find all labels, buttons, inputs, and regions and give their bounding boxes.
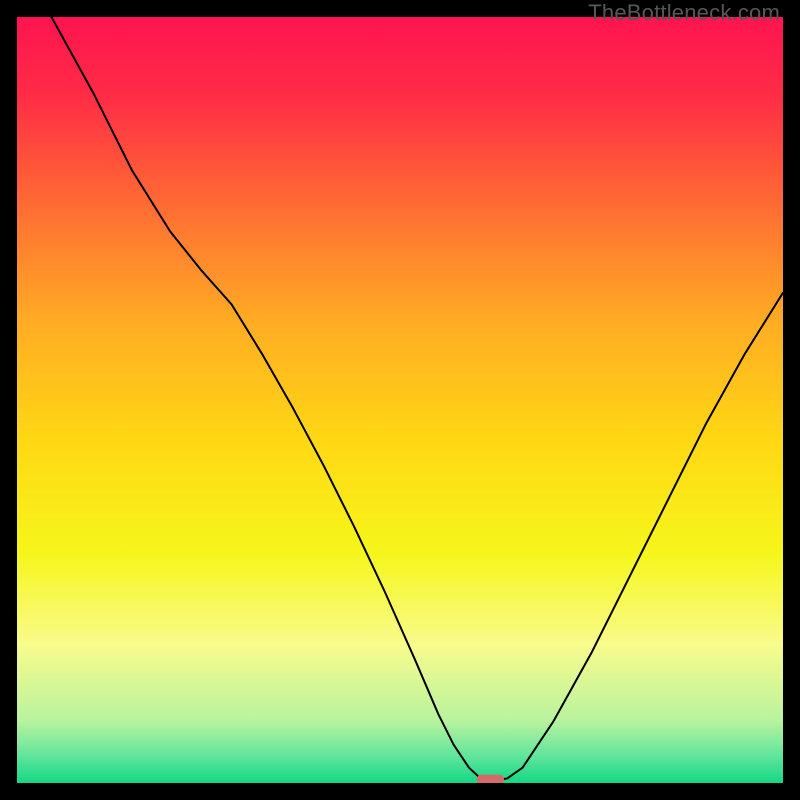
gradient-background [17,17,783,783]
bottleneck-chart [17,17,783,783]
plot-area [17,17,783,783]
optimal-marker [477,775,505,783]
chart-frame: TheBottleneck.com [0,0,800,800]
watermark-label: TheBottleneck.com [588,0,780,26]
